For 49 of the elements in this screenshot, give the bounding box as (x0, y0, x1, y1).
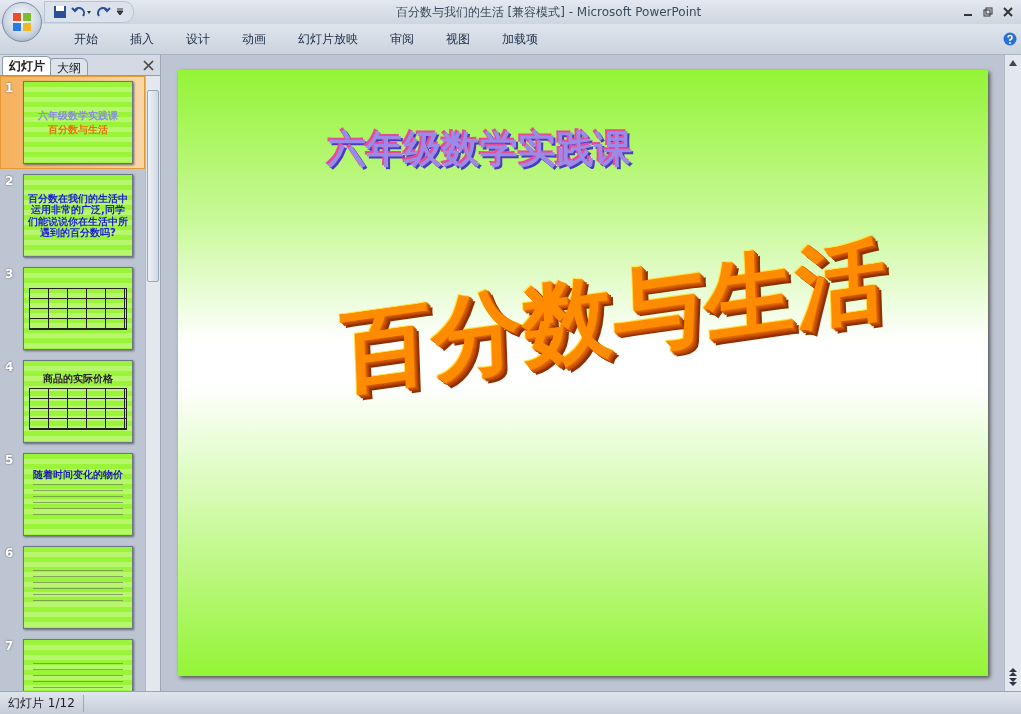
thumbnail-title: 百分数与生活 (48, 124, 108, 136)
panel-tab[interactable]: 幻灯片 (2, 56, 52, 75)
help-icon[interactable] (1003, 32, 1017, 46)
ribbon-tab[interactable]: 幻灯片放映 (282, 27, 374, 51)
office-button[interactable] (2, 2, 42, 42)
slide-thumbnail[interactable]: 随着时间变化的物价 (23, 453, 133, 536)
slide-subtitle: 六年级数学实践课 (327, 126, 633, 173)
slide-number: 4 (5, 360, 15, 376)
slide-thumbnail[interactable]: 商品的实际价格 (23, 360, 133, 443)
slide-thumbnail-row[interactable]: 4 商品的实际价格 (0, 355, 145, 448)
slide-number: 6 (5, 546, 15, 562)
slide-number: 2 (5, 174, 15, 190)
office-logo-icon (11, 11, 33, 33)
ribbon-tab[interactable]: 设计 (170, 27, 226, 51)
customize-dropdown-icon[interactable] (115, 7, 125, 17)
scroll-up-icon[interactable] (1008, 59, 1018, 67)
slide-number: 3 (5, 267, 15, 283)
slide-thumbnail[interactable] (23, 267, 133, 350)
thumbnail-title: 商品的实际价格 (43, 373, 113, 385)
undo-icon[interactable] (71, 5, 93, 19)
ribbon-tab[interactable]: 动画 (226, 27, 282, 51)
scrollbar[interactable] (145, 76, 160, 691)
slide-number: 5 (5, 453, 15, 469)
window-title: 百分数与我们的生活 [兼容模式] - Microsoft PowerPoint (394, 3, 703, 21)
thumbnail-text: 百分数在我们的生活中运用非常的广泛,同学们能说说你在生活中所遇到的百分数吗? (27, 192, 129, 239)
ribbon-tab[interactable]: 开始 (58, 27, 114, 51)
ribbon-tab[interactable]: 审阅 (374, 27, 430, 51)
save-icon[interactable] (53, 5, 67, 19)
thumbnail-title: 随着时间变化的物价 (33, 469, 123, 481)
status-slide-count: 幻灯片 1/12 (0, 694, 84, 712)
slide-title: 百分数与生活 (338, 222, 889, 408)
ribbon-tab[interactable]: 视图 (430, 27, 486, 51)
scrollbar[interactable] (1004, 55, 1021, 691)
close-icon[interactable] (1003, 7, 1013, 17)
restore-icon[interactable] (983, 7, 993, 17)
ribbon-tab[interactable]: 加载项 (486, 27, 554, 51)
slide-number: 1 (5, 81, 15, 97)
slide-thumbnail-row[interactable]: 2 百分数在我们的生活中运用非常的广泛,同学们能说说你在生活中所遇到的百分数吗? (0, 169, 145, 262)
page-nav-icon[interactable] (1008, 667, 1018, 687)
ribbon-tab[interactable]: 插入 (114, 27, 170, 51)
slide-thumbnail[interactable]: 百分数在我们的生活中运用非常的广泛,同学们能说说你在生活中所遇到的百分数吗? (23, 174, 133, 257)
slide-thumbnail[interactable] (23, 546, 133, 629)
slide-number: 7 (5, 639, 15, 655)
thumbnail-subtitle: 六年级数学实践课 (38, 109, 118, 121)
scrollbar-thumb[interactable] (147, 90, 159, 282)
panel-tab[interactable]: 大纲 (50, 58, 88, 75)
close-icon[interactable] (143, 60, 154, 71)
slide-thumbnail-row[interactable]: 5 随着时间变化的物价 (0, 448, 145, 541)
redo-icon[interactable] (97, 5, 111, 19)
